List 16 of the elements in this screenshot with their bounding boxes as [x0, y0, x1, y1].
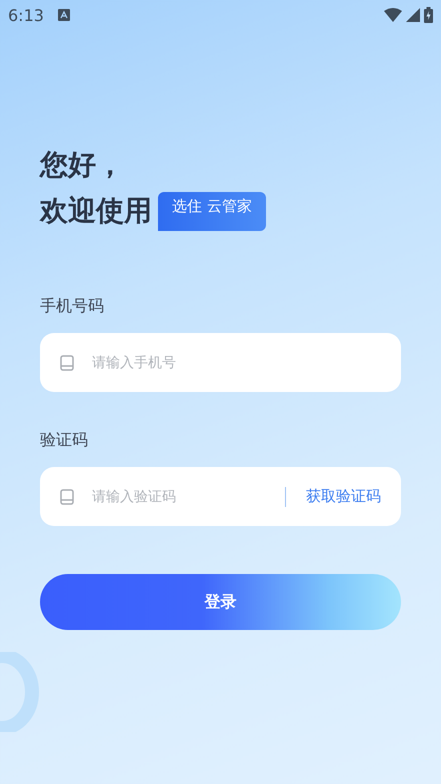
field-label: 手机号码 — [40, 296, 105, 317]
phone-icon — [60, 354, 74, 370]
wifi-icon — [384, 8, 402, 22]
battery-icon — [424, 7, 433, 23]
brand-badge: 选住 云管家 — [158, 192, 266, 230]
field-label: 验证码 — [40, 430, 89, 451]
phone-input[interactable]: 请输入手机号 — [90, 354, 381, 372]
code-input[interactable]: 请输入验证码 — [90, 488, 269, 506]
keyboard-icon — [58, 9, 70, 21]
greeting-text: 您好， — [40, 147, 125, 183]
welcome-text: 欢迎使用 — [40, 193, 152, 229]
get-code-link[interactable]: 获取验证码 — [302, 487, 381, 506]
signal-icon — [406, 8, 420, 22]
status-time: 6:13 — [8, 6, 44, 24]
login-button[interactable]: 登录 — [40, 574, 401, 630]
phone-icon — [60, 488, 74, 504]
